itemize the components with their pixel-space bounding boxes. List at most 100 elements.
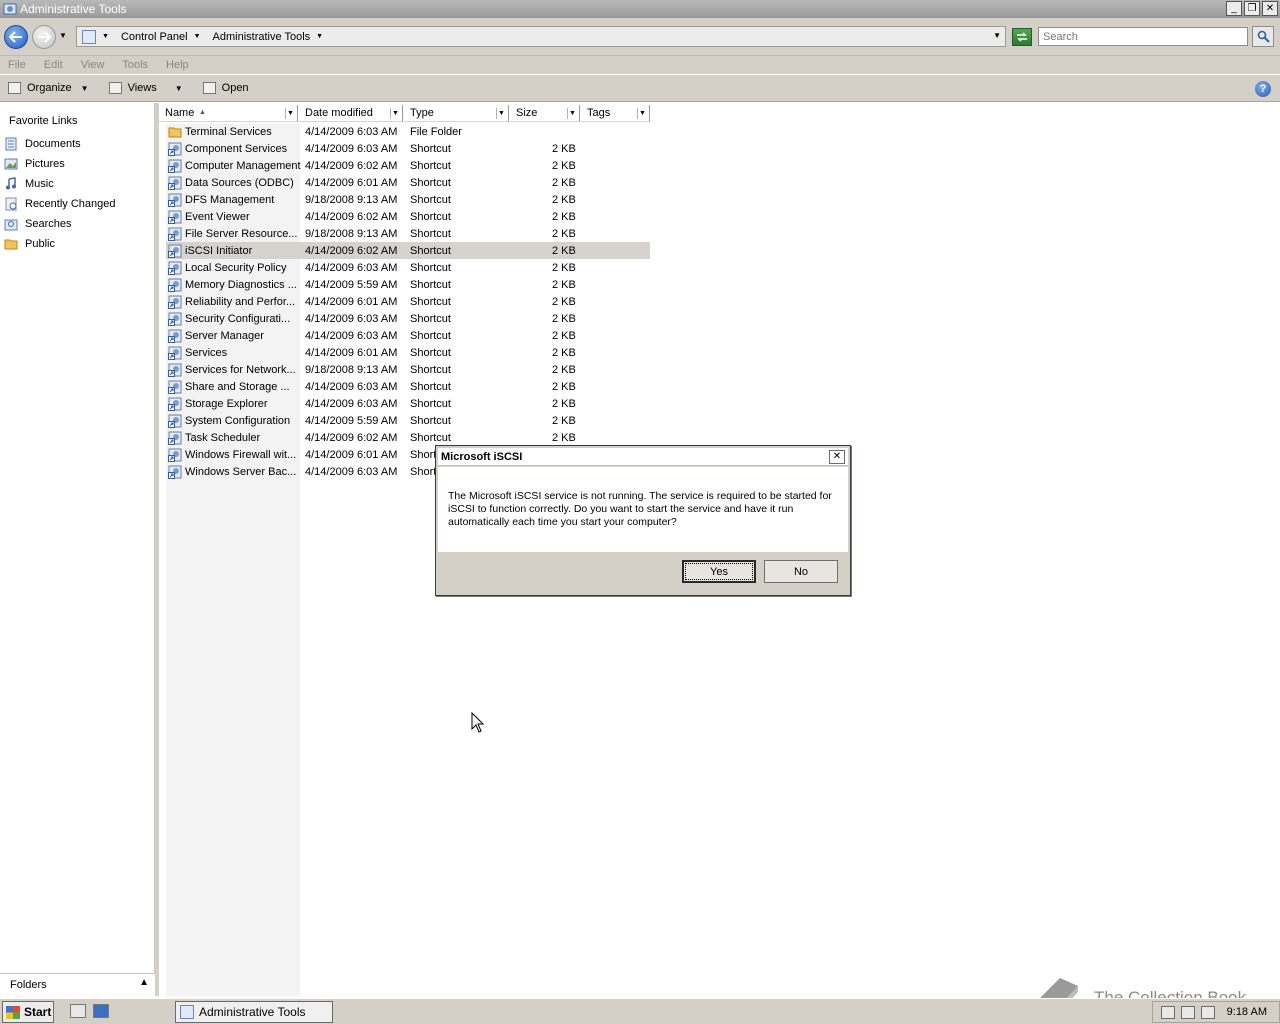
file-date: 4/14/2009 6:01 AM — [305, 346, 398, 359]
file-type: Shortcut — [410, 414, 451, 427]
column-filter-dropdown[interactable]: ▼ — [637, 108, 647, 119]
column-header-date-modified[interactable]: Date modified ▼ — [299, 105, 403, 122]
file-row[interactable]: System Configuration 4/14/2009 5:59 AM Sho… — [166, 412, 650, 429]
shortcut-icon — [168, 193, 182, 207]
menu-edit[interactable]: Edit — [44, 59, 63, 71]
chevron-down-icon: ▼ — [102, 33, 109, 40]
file-row[interactable]: DFS Management 9/18/2008 9:13 AM Shortcut 2… — [166, 191, 650, 208]
file-row[interactable]: Local Security Policy 4/14/2009 6:03 AM Sh… — [166, 259, 650, 276]
windows-flag-icon — [6, 1005, 20, 1019]
file-type: Shortcut — [410, 142, 451, 155]
restore-button[interactable]: ❐ — [1244, 1, 1260, 16]
security-tray-icon[interactable] — [1160, 1005, 1175, 1019]
column-header-label: Size — [516, 107, 538, 119]
file-date: 4/14/2009 6:02 AM — [305, 431, 398, 444]
shortcut-icon — [168, 227, 182, 241]
file-date: 4/14/2009 6:03 AM — [305, 142, 398, 155]
folder-icon — [168, 125, 182, 139]
file-row[interactable]: Reliability and Perfor... 4/14/2009 6:01 … — [166, 293, 650, 310]
file-row[interactable]: Component Services 4/14/2009 6:03 AM Short… — [166, 140, 650, 157]
column-filter-dropdown[interactable]: ▼ — [496, 108, 506, 119]
file-row[interactable]: Computer Management 4/14/2009 6:02 AM Shor… — [166, 157, 650, 174]
column-header-tags[interactable]: Tags ▼ — [581, 105, 650, 122]
help-button[interactable]: ? — [1255, 81, 1271, 97]
yes-button[interactable]: Yes — [682, 560, 756, 583]
file-row[interactable]: iSCSI Initiator 4/14/2009 6:02 AM Shortcut… — [166, 242, 650, 259]
refresh-button[interactable] — [1012, 28, 1032, 46]
file-row[interactable]: Security Configurati... 4/14/2009 6:03 AM… — [166, 310, 650, 327]
start-button[interactable]: Start — [2, 1001, 54, 1023]
breadcrumb-root-arrow[interactable]: ▼ — [102, 33, 115, 40]
nav-item-music[interactable]: Music — [0, 177, 54, 191]
column-filter-dropdown[interactable]: ▼ — [390, 108, 400, 119]
column-filter-dropdown[interactable]: ▼ — [567, 108, 577, 119]
open-icon — [202, 82, 216, 94]
file-size: 2 KB — [552, 244, 576, 257]
column-header-name[interactable]: Name ▲ ▼ — [159, 105, 298, 122]
folders-toggle[interactable]: Folders ▲ — [0, 973, 155, 996]
file-row[interactable]: Memory Diagnostics ... 4/14/2009 5:59 AM S… — [166, 276, 650, 293]
file-date: 4/14/2009 6:02 AM — [305, 210, 398, 223]
forward-button[interactable] — [32, 25, 56, 49]
nav-item-searches[interactable]: Searches — [0, 217, 71, 231]
clock[interactable]: 9:18 AM — [1227, 1006, 1267, 1018]
search-input[interactable] — [1038, 27, 1248, 46]
file-name: System Configuration — [185, 414, 291, 427]
column-header-type[interactable]: Type ▼ — [404, 105, 509, 122]
file-row[interactable]: Data Sources (ODBC) 4/14/2009 6:01 AM Shor… — [166, 174, 650, 191]
column-header-label: Date modified — [305, 107, 373, 119]
searches-icon — [4, 219, 18, 231]
nav-item-documents[interactable]: Documents — [0, 137, 81, 151]
file-row[interactable]: Server Manager 4/14/2009 6:03 AM Shortcut 2… — [166, 327, 650, 344]
breadcrumb-administrative-tools[interactable]: Administrative Tools ▼ — [213, 31, 330, 43]
views-button[interactable]: Views ▼ — [108, 82, 183, 94]
file-row[interactable]: Storage Explorer 4/14/2009 6:03 AM Shortcu… — [166, 395, 650, 412]
nav-item-public[interactable]: Public — [0, 237, 55, 251]
file-size: 2 KB — [552, 227, 576, 240]
server-manager-quicklaunch-icon[interactable] — [70, 1004, 86, 1018]
menu-file[interactable]: File — [8, 59, 26, 71]
show-desktop-icon[interactable] — [93, 1004, 109, 1018]
address-bar[interactable]: ▼ Control Panel ▼ Administrative Tools ▼ ▼ — [76, 26, 1006, 47]
file-row[interactable]: File Server Resource... 9/18/2008 9:13 AM… — [166, 225, 650, 242]
menu-view[interactable]: View — [81, 59, 105, 71]
file-row[interactable]: Task Scheduler 4/14/2009 6:02 AM Shortcut 2… — [166, 429, 650, 446]
start-label: Start — [24, 1005, 52, 1019]
column-filter-dropdown[interactable]: ▼ — [285, 108, 295, 119]
file-row[interactable]: Share and Storage ... 4/14/2009 6:03 AM Sh… — [166, 378, 650, 395]
file-date: 9/18/2008 9:13 AM — [305, 193, 398, 206]
file-row[interactable]: Terminal Services 4/14/2009 6:03 AM File F… — [166, 123, 650, 140]
back-button[interactable] — [4, 25, 28, 49]
network-tray-icon[interactable] — [1180, 1005, 1195, 1019]
open-button[interactable]: Open — [202, 82, 249, 94]
address-history-dropdown[interactable]: ▼ — [993, 31, 1001, 40]
file-row[interactable]: Services 4/14/2009 6:01 AM Shortcut 2 KB — [166, 344, 650, 361]
file-date: 4/14/2009 6:03 AM — [305, 312, 398, 325]
sort-ascending-icon: ▲ — [199, 109, 206, 116]
recent-pages-dropdown[interactable]: ▼ — [59, 31, 67, 40]
dialog-close-button[interactable]: ✕ — [829, 450, 845, 464]
minimize-button[interactable]: _ — [1226, 1, 1242, 16]
file-date: 4/14/2009 6:01 AM — [305, 176, 398, 189]
file-type: Shortcut — [410, 346, 451, 359]
no-button[interactable]: No — [764, 560, 838, 583]
taskbar-item-administrative-tools[interactable]: Administrative Tools — [175, 1001, 333, 1023]
menu-tools[interactable]: Tools — [122, 59, 148, 71]
shortcut-icon — [168, 431, 182, 445]
navigation-pane: Favorite Links Documents Pictures Music … — [0, 103, 155, 973]
menu-help[interactable]: Help — [166, 59, 189, 71]
breadcrumb-control-panel[interactable]: Control Panel ▼ — [121, 31, 207, 43]
chevron-up-icon: ▲ — [139, 977, 149, 988]
column-header-size[interactable]: Size ▼ — [510, 105, 580, 122]
file-row[interactable]: Event Viewer 4/14/2009 6:02 AM Shortcut 2 K… — [166, 208, 650, 225]
close-window-button[interactable]: ✕ — [1262, 1, 1278, 16]
organize-button[interactable]: Organize ▼ — [8, 82, 89, 94]
nav-item-pictures[interactable]: Pictures — [0, 157, 65, 171]
volume-tray-icon[interactable] — [1200, 1005, 1215, 1019]
search-button[interactable] — [1252, 26, 1274, 47]
file-row[interactable]: Services for Network... 9/18/2008 9:13 AM… — [166, 361, 650, 378]
nav-item-recently-changed[interactable]: Recently Changed — [0, 197, 116, 211]
documents-icon — [5, 137, 17, 151]
file-date: 4/14/2009 6:03 AM — [305, 397, 398, 410]
recently-changed-icon — [5, 197, 17, 211]
